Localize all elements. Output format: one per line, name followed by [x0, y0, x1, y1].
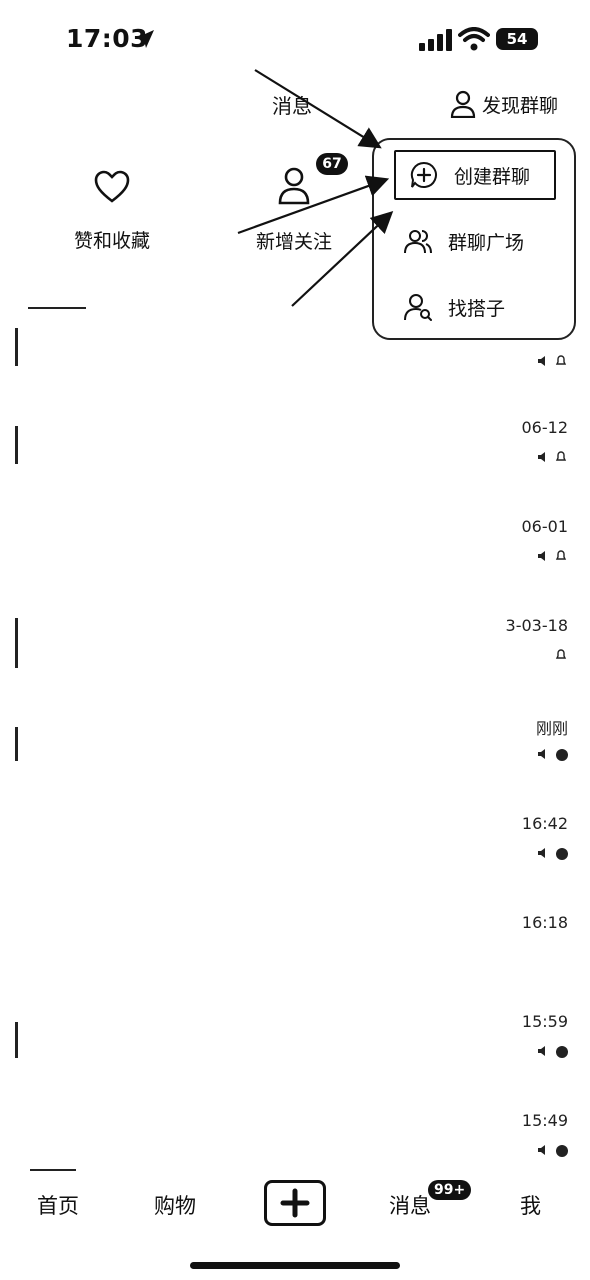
conversation-row[interactable]: 16:42 [0, 814, 590, 913]
menu-item-create-group[interactable]: 创建群聊 [394, 150, 556, 200]
conversation-row[interactable] [0, 320, 590, 419]
conversation-time: 15:59 [521, 1012, 568, 1031]
follow-label: 新增关注 [255, 231, 332, 253]
conversation-time: 06-01 [521, 517, 569, 536]
battery-indicator: 54 [496, 28, 538, 50]
discover-group-button[interactable]: 发现群聊 [450, 88, 558, 120]
likes-label: 赞和收藏 [73, 230, 150, 252]
tab-messages[interactable]: 消息 [389, 1190, 431, 1220]
menu-item-label: 创建群聊 [454, 165, 531, 188]
unread-dot [556, 1046, 568, 1058]
discover-group-label: 发现群聊 [482, 94, 559, 117]
conversation-time: 3-03-18 [505, 616, 568, 635]
mute-icon [538, 1046, 545, 1056]
unread-dot [556, 848, 568, 860]
bell-icon [555, 355, 567, 365]
menu-item-group-square[interactable]: 群聊广场 [404, 218, 524, 264]
likes-and-favorites-button[interactable]: 赞和收藏 [60, 170, 164, 253]
avatar-edge [15, 328, 18, 366]
user-search-icon [404, 294, 432, 321]
bell-icon [555, 451, 567, 461]
person-icon [450, 90, 476, 118]
conversation-row[interactable]: 16:18 [0, 913, 590, 1012]
messages-badge: 99+ [428, 1180, 472, 1200]
bell-icon [555, 550, 567, 560]
conversation-time: 06-12 [521, 418, 569, 437]
mute-icon [538, 452, 545, 462]
unread-dot [556, 749, 568, 761]
tab-me[interactable]: 我 [520, 1190, 541, 1220]
publish-button[interactable] [264, 1180, 326, 1226]
conversation-time: 16:42 [521, 814, 568, 833]
section-divider [28, 307, 86, 309]
mute-icon [538, 848, 545, 858]
chat-plus-icon [410, 161, 437, 188]
conversation-row[interactable]: 06-12 [0, 418, 590, 517]
conversation-row[interactable]: 06-01 [0, 517, 590, 616]
conversation-row[interactable]: 15:59 [0, 1012, 590, 1111]
status-bar: 17:03 54 [0, 0, 590, 80]
group-chat-popup-menu: 创建群聊 群聊广场 找搭子 [372, 138, 576, 340]
bottom-tab-bar: 首页 购物 消息 99+ 我 [0, 1172, 590, 1242]
page-title: 消息 [272, 94, 312, 118]
location-arrow-icon [136, 30, 154, 48]
conversation-time: 15:49 [521, 1111, 568, 1130]
new-followers-button[interactable]: 新增关注 [240, 165, 348, 254]
conversation-row[interactable]: 15:49 [0, 1111, 590, 1171]
conversation-time: 16:18 [521, 913, 568, 932]
tab-home[interactable]: 首页 [37, 1190, 79, 1220]
group-icon [404, 230, 432, 254]
menu-item-label: 找搭子 [448, 297, 506, 320]
avatar-edge [15, 426, 18, 464]
mute-icon [538, 551, 545, 561]
avatar-edge [15, 727, 18, 761]
cellular-signal-icon [419, 29, 452, 51]
plus-icon [280, 1188, 310, 1218]
unread-dot [556, 1145, 568, 1157]
conversation-time: 刚刚 [535, 719, 568, 738]
conversation-row[interactable]: 刚刚 [0, 715, 590, 814]
avatar-edge [15, 618, 18, 668]
section-divider [30, 1169, 76, 1171]
person-icon [278, 167, 310, 205]
avatar-edge [15, 1022, 18, 1058]
menu-item-label: 群聊广场 [448, 231, 525, 254]
wifi-icon [458, 27, 490, 51]
tab-shop[interactable]: 购物 [154, 1190, 196, 1220]
home-indicator [190, 1262, 400, 1269]
mute-icon [538, 1145, 545, 1155]
conversation-row[interactable]: 3-03-18 [0, 616, 590, 715]
mute-icon [538, 749, 545, 759]
bell-icon [555, 649, 567, 659]
mute-icon [538, 356, 545, 366]
follow-count-badge: 67 [316, 153, 348, 175]
heart-icon [94, 170, 130, 203]
